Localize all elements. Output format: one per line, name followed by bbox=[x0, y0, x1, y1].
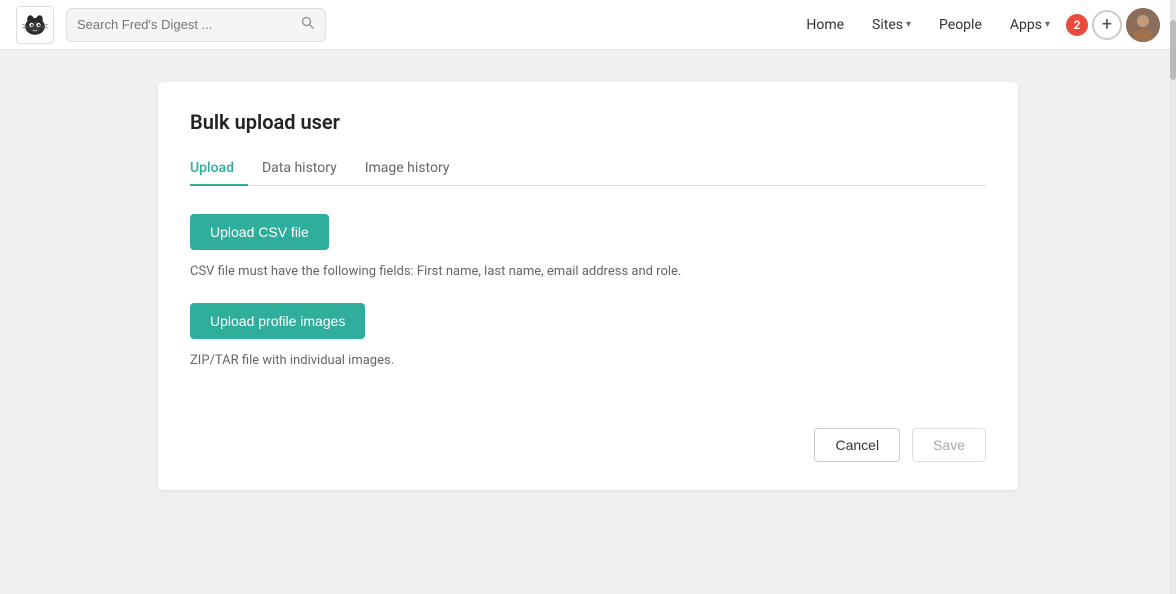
search-input[interactable] bbox=[77, 17, 293, 32]
upload-images-section: Upload profile images ZIP/TAR file with … bbox=[190, 303, 986, 368]
card-title: Bulk upload user bbox=[190, 110, 986, 134]
search-bar[interactable] bbox=[66, 8, 326, 42]
upload-csv-section: Upload CSV file CSV file must have the f… bbox=[190, 214, 986, 279]
nav-sites[interactable]: Sites ▾ bbox=[860, 11, 923, 39]
sites-chevron-icon: ▾ bbox=[906, 19, 911, 30]
add-button[interactable]: + bbox=[1092, 10, 1122, 40]
logo[interactable] bbox=[16, 6, 54, 44]
nav-apps[interactable]: Apps ▾ bbox=[998, 11, 1062, 39]
nav-people[interactable]: People bbox=[927, 11, 994, 39]
images-helper-text: ZIP/TAR file with individual images. bbox=[190, 353, 986, 368]
scrollbar-thumb[interactable] bbox=[1170, 20, 1176, 80]
cancel-button[interactable]: Cancel bbox=[814, 428, 900, 462]
tab-upload[interactable]: Upload bbox=[190, 152, 248, 186]
csv-helper-text: CSV file must have the following fields:… bbox=[190, 264, 986, 279]
avatar[interactable] bbox=[1126, 8, 1160, 42]
nav-home[interactable]: Home bbox=[794, 11, 856, 39]
logo-box bbox=[16, 6, 54, 44]
upload-csv-button[interactable]: Upload CSV file bbox=[190, 214, 329, 250]
tabs: Upload Data history Image history bbox=[190, 152, 986, 186]
bulk-upload-card: Bulk upload user Upload Data history Ima… bbox=[158, 82, 1018, 490]
save-button[interactable]: Save bbox=[912, 428, 986, 462]
main-content: Bulk upload user Upload Data history Ima… bbox=[0, 50, 1176, 522]
tab-image-history[interactable]: Image history bbox=[351, 152, 464, 186]
nav-links: Home Sites ▾ People Apps ▾ 2 + bbox=[794, 8, 1160, 42]
apps-chevron-icon: ▾ bbox=[1045, 19, 1050, 30]
tab-data-history[interactable]: Data history bbox=[248, 152, 351, 186]
search-icon bbox=[301, 16, 315, 34]
upload-profile-images-button[interactable]: Upload profile images bbox=[190, 303, 365, 339]
notifications-badge[interactable]: 2 bbox=[1066, 14, 1088, 36]
navbar: Home Sites ▾ People Apps ▾ 2 + bbox=[0, 0, 1176, 50]
card-footer: Cancel Save bbox=[190, 428, 986, 462]
scrollbar-track bbox=[1170, 0, 1176, 594]
